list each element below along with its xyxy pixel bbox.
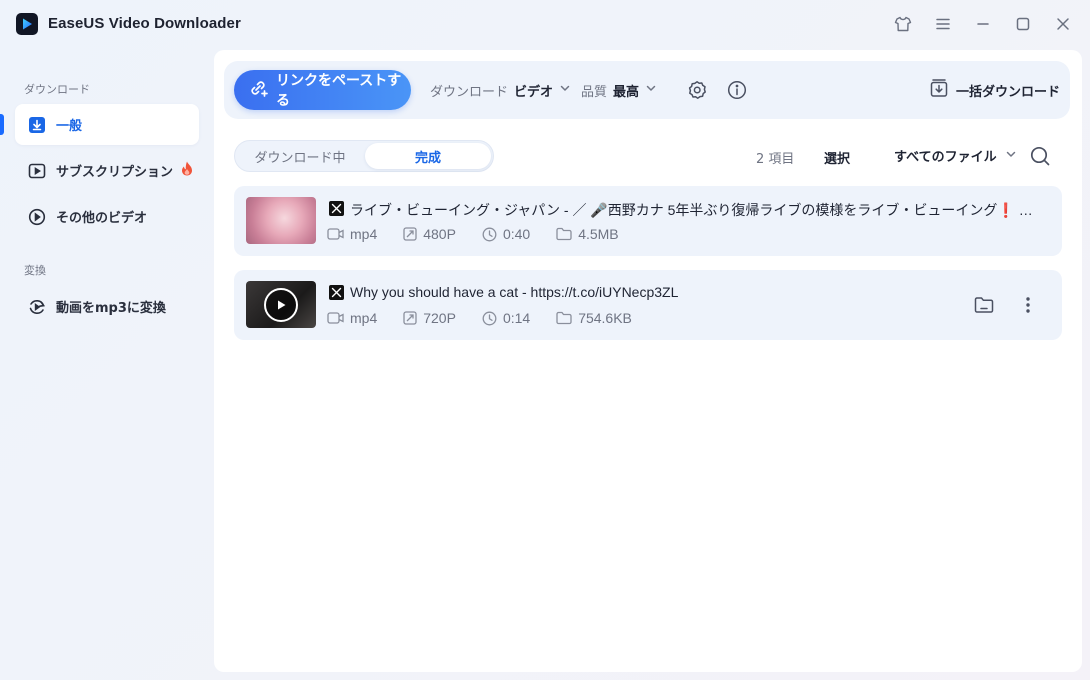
video-thumbnail (246, 197, 316, 244)
play-circle-icon (27, 207, 46, 226)
play-icon[interactable] (264, 288, 298, 322)
video-thumbnail (246, 281, 316, 328)
download-item[interactable]: ライブ・ビューイング・ジャパン - ／ 🎤西野カナ 5年半ぶり復帰ライブの模様を… (234, 186, 1062, 256)
sidebar-item-general[interactable]: 一般 (15, 104, 199, 145)
chevron-down-icon (559, 82, 571, 98)
main-panel: リンクをペーストする ダウンロード ビデオ 品質 最高 一括ダウンロード ダウン… (214, 50, 1082, 672)
open-folder-icon[interactable] (973, 294, 995, 316)
batch-download-icon (930, 78, 948, 102)
settings-gear-icon[interactable] (686, 79, 708, 101)
play-box-icon (27, 161, 46, 180)
download-type-value: ビデオ (514, 84, 554, 100)
maximize-icon[interactable] (1012, 13, 1034, 35)
status-tabs: ダウンロード中 完成 (234, 140, 494, 172)
title-bar: EaseUS Video Downloader (0, 0, 1090, 50)
duration-label: 0:40 (502, 226, 531, 242)
download-box-icon (27, 115, 46, 134)
close-icon[interactable] (1052, 13, 1074, 35)
sidebar-item-label: 一般 (56, 119, 83, 134)
tab-completed[interactable]: 完成 (365, 143, 491, 169)
video-title: Why you should have a cat - https://t.co… (350, 284, 679, 300)
fire-icon (181, 161, 193, 180)
chevron-down-icon (645, 82, 657, 98)
file-filter-dropdown[interactable]: すべてのファイル (894, 146, 1017, 165)
quality-key: 品質 (581, 84, 608, 100)
sidebar: ダウンロード 一般 サブスクリプション その他のビデオ 変換 動画をmp3に変換 (0, 50, 214, 680)
tab-downloading[interactable]: ダウンロード中 (237, 143, 363, 169)
hamburger-menu-icon[interactable] (932, 13, 954, 35)
app-logo-icon (16, 13, 38, 35)
more-options-icon[interactable] (1017, 294, 1039, 316)
convert-icon (27, 297, 46, 316)
format-label: mp4 (350, 226, 378, 242)
size-label: 754.6KB (578, 310, 632, 326)
chevron-down-icon (1005, 148, 1017, 164)
video-meta: mp4 720P 0:14 754.6KB (327, 310, 658, 326)
sidebar-section-download: ダウンロード (24, 83, 90, 96)
sidebar-item-label: その他のビデオ (56, 211, 148, 226)
sidebar-section-convert: 変換 (24, 264, 46, 277)
tshirt-icon[interactable] (892, 13, 914, 35)
paste-link-label: リンクをペーストする (276, 73, 402, 109)
sidebar-item-other-videos[interactable]: その他のビデオ (15, 196, 199, 237)
x-platform-icon (329, 285, 344, 300)
quality-dropdown[interactable]: 品質 最高 (581, 61, 657, 119)
video-meta: mp4 480P 0:40 4.5MB (327, 226, 645, 242)
sidebar-item-mp3-convert[interactable]: 動画をmp3に変換 (15, 286, 199, 327)
info-icon[interactable] (726, 79, 748, 101)
sidebar-item-label: サブスクリプション (56, 165, 174, 180)
size-label: 4.5MB (578, 226, 619, 242)
resolution-label: 480P (423, 226, 456, 242)
toolbar: リンクをペーストする ダウンロード ビデオ 品質 最高 一括ダウンロード (224, 61, 1070, 119)
download-type-key: ダウンロード (430, 84, 509, 100)
batch-download-label: 一括ダウンロード (955, 84, 1060, 100)
resolution-label: 720P (423, 310, 456, 326)
search-icon[interactable] (1029, 145, 1051, 167)
quality-value: 最高 (613, 84, 640, 100)
x-platform-icon (329, 201, 344, 216)
duration-label: 0:14 (502, 310, 531, 326)
app-title: EaseUS Video Downloader (48, 15, 241, 32)
select-button[interactable]: 選択 (824, 148, 850, 167)
link-plus-icon (248, 78, 270, 102)
sidebar-item-subscription[interactable]: サブスクリプション (15, 150, 199, 191)
format-label: mp4 (350, 310, 378, 326)
download-type-dropdown[interactable]: ダウンロード ビデオ (430, 61, 571, 119)
download-item[interactable]: Why you should have a cat - https://t.co… (234, 270, 1062, 340)
paste-link-button[interactable]: リンクをペーストする (234, 70, 411, 110)
minimize-icon[interactable] (972, 13, 994, 35)
item-count: 2 項目 (756, 152, 795, 167)
sidebar-item-label: 動画をmp3に変換 (56, 301, 166, 316)
file-filter-value: すべてのファイル (894, 150, 997, 165)
batch-download-button[interactable]: 一括ダウンロード (930, 61, 1060, 119)
video-title: ライブ・ビューイング・ジャパン - ／ 🎤西野カナ 5年半ぶり復帰ライブの模様を… (350, 202, 1040, 218)
